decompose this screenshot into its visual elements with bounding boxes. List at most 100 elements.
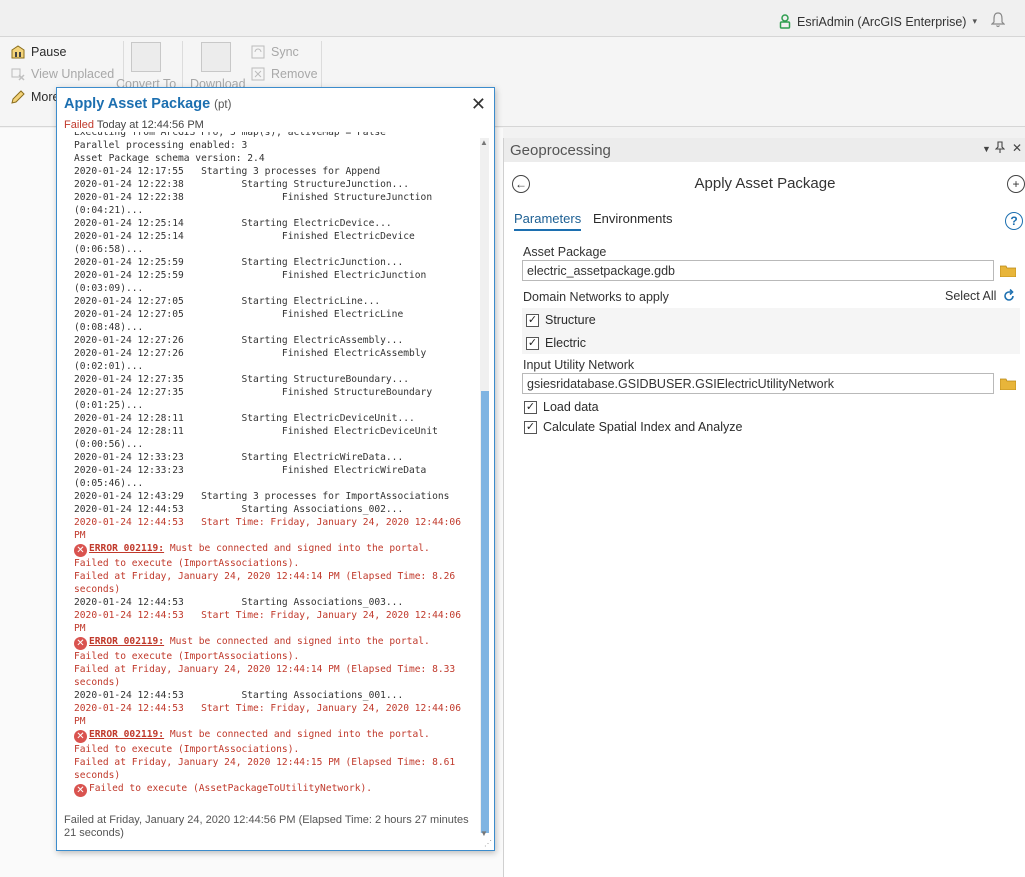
folder-icon[interactable] [1000,265,1016,277]
log-line: 2020-01-24 12:27:35 Finished StructureBo… [74,387,433,398]
log-line: (0:03:09)... [74,283,144,294]
log-line: 2020-01-24 12:33:23 Finished ElectricWir… [74,465,427,476]
user-icon [779,14,791,29]
scrollbar-thumb[interactable] [481,391,489,833]
close-icon[interactable]: ✕ [1012,141,1022,155]
user-account[interactable]: EsriAdmin (ArcGIS Enterprise) ▾ [779,14,977,29]
log-line: 2020-01-24 12:25:14 Finished ElectricDev… [74,231,415,242]
tab-parameters[interactable]: Parameters [514,211,582,231]
pause-icon [11,45,25,59]
log-line: 2020-01-24 12:22:38 Starting StructureJu… [74,179,410,190]
log-footer: Failed at Friday, January 24, 2020 12:44… [64,814,469,839]
checkbox[interactable]: ✓ [526,313,539,327]
refresh-icon[interactable] [1002,289,1016,303]
checkbox[interactable]: ✓ [526,336,539,350]
error-code-link[interactable]: ERROR 002119: [89,636,164,647]
log-line: Failed at Friday, January 24, 2020 12:44… [74,571,456,582]
asset-package-label: Asset Package [523,245,607,259]
log-line: (0:00:56)... [74,439,144,450]
log-line: (0:02:01)... [74,361,144,372]
chevron-down-icon[interactable]: ▾ [972,16,977,27]
log-line: ✕ ERROR 002119: Must be connected and sig… [74,728,482,743]
more-button[interactable]: More [10,89,59,105]
log-line: 2020-01-24 12:22:38 Finished StructureJu… [74,192,433,203]
folder-icon[interactable] [1000,378,1016,390]
messages-popup: Apply Asset Package (pt) ✕ Failed Today … [56,87,495,851]
log-line: (0:01:25)... [74,400,144,411]
pause-label: Pause [31,45,67,59]
error-icon: ✕ [74,784,87,797]
log-line: 2020-01-24 12:27:05 Finished ElectricLin… [74,309,404,320]
log-line: 2020-01-24 12:25:14 Starting ElectricDev… [74,218,392,229]
log-line: 2020-01-24 12:44:53 Starting Association… [74,504,404,515]
checkbox-label: Structure [545,313,596,327]
log-line: Executing from ArcGIS Pro, 3 map(s), act… [74,132,386,138]
log-line: 2020-01-24 12:44:53 Starting Association… [74,597,404,608]
log-line: ✕ Failed to execute (AssetPackageToUtilit… [74,782,482,797]
status-time: Today at 12:44:56 PM [96,119,204,131]
error-icon: ✕ [74,637,87,650]
log-line: 2020-01-24 12:43:29 Starting 3 processes… [74,491,450,502]
pause-button[interactable]: Pause [10,44,66,60]
log-line: Failed to execute (ImportAssociations). [74,558,300,569]
view-unplaced-button[interactable]: View Unplaced [10,66,114,82]
log-line: 2020-01-24 12:27:26 Starting ElectricAss… [74,335,404,346]
log-line: Failed at Friday, January 24, 2020 12:44… [74,664,456,675]
spatial-index-option[interactable]: ✓ Calculate Spatial Index and Analyze [524,420,742,434]
error-code-link[interactable]: ERROR 002119: [89,729,164,740]
select-all-button[interactable]: Select All [945,289,996,303]
log-line: 2020-01-24 12:44:53 Start Time: Friday, … [74,610,461,621]
tab-environments[interactable]: Environments [593,211,672,226]
view-unplaced-label: View Unplaced [31,67,115,81]
scroll-up-icon[interactable]: ▲ [480,138,488,147]
log-line: 2020-01-24 12:27:05 Starting ElectricLin… [74,296,381,307]
log-line: PM [74,716,86,727]
asset-package-input[interactable]: electric_assetpackage.gdb [522,260,994,281]
log-line: ✕ ERROR 002119: Must be connected and sig… [74,542,482,557]
remove-button[interactable]: Remove [250,66,318,82]
log-line: ✕ ERROR 002119: Must be connected and sig… [74,635,482,650]
pin-icon[interactable] [994,141,1006,156]
popup-title-text: Apply Asset Package [64,96,211,112]
view-unplaced-icon [11,68,25,81]
message-log: Executing from ArcGIS Pro, 3 map(s), act… [74,132,482,820]
log-line: (0:06:58)... [74,244,144,255]
error-text: Must be connected and signed into the po… [164,543,430,554]
log-line: 2020-01-24 12:27:26 Finished ElectricAss… [74,348,427,359]
tool-title: Apply Asset Package [694,175,836,192]
log-line: Failed to execute (ImportAssociations). [74,744,300,755]
checkbox-label: Electric [545,336,586,350]
add-icon[interactable]: + [1007,175,1025,193]
help-icon[interactable]: ? [1005,212,1023,230]
popup-title-suffix: (pt) [214,99,232,111]
popup-title: Apply Asset Package (pt) [64,96,231,112]
scroll-down-icon[interactable]: ▼ [480,829,488,838]
error-text: Failed to execute (AssetPackageToUtility… [89,783,373,794]
top-bar: EsriAdmin (ArcGIS Enterprise) ▾ [0,0,1025,37]
checkbox[interactable]: ✓ [524,400,537,414]
checkbox[interactable]: ✓ [524,420,537,434]
log-line: 2020-01-24 12:44:53 Starting Association… [74,690,404,701]
geoprocessing-pane: Geoprocessing ▼ ✕ ← Apply Asset Package … [503,138,1025,877]
bell-icon[interactable] [990,12,1006,31]
log-line: seconds) [74,770,121,781]
input-network-input[interactable]: gsiesridatabase.GSIDBUSER.GSIElectricUti… [522,373,994,394]
log-line: PM [74,530,86,541]
error-code-link[interactable]: ERROR 002119: [89,543,164,554]
user-label: EsriAdmin (ArcGIS Enterprise) [796,14,967,29]
pane-header: Geoprocessing ▼ ✕ [504,138,1025,162]
sync-icon [251,45,265,59]
domain-network-electric[interactable]: ✓ Electric [526,336,586,350]
load-data-option[interactable]: ✓ Load data [524,400,599,414]
log-line: (0:04:21)... [74,205,144,216]
domain-network-structure[interactable]: ✓ Structure [526,313,596,327]
domain-networks-label: Domain Networks to apply [523,290,669,304]
log-line: (0:05:46)... [74,478,144,489]
error-icon: ✕ [74,730,87,743]
log-line: 2020-01-24 12:25:59 Starting ElectricJun… [74,257,404,268]
sync-button[interactable]: Sync [250,44,299,60]
input-network-label: Input Utility Network [523,358,635,372]
pane-options-icon[interactable]: ▼ [982,144,991,154]
close-icon[interactable]: ✕ [471,94,486,115]
resize-grip-icon[interactable]: ⋰ [484,839,492,848]
